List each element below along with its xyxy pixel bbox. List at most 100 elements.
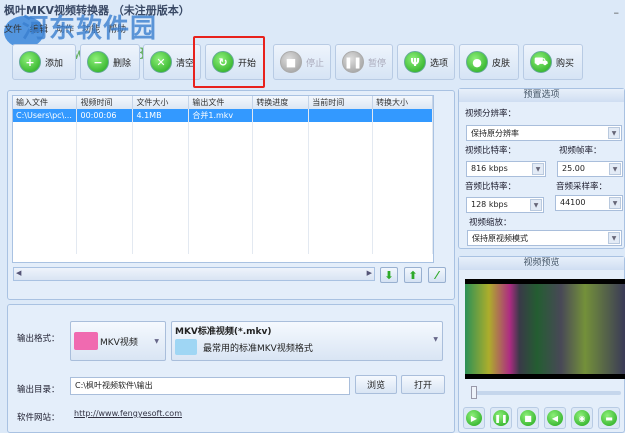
seek-thumb[interactable] (471, 386, 477, 399)
framerate-label: 视频帧率： (559, 146, 602, 156)
empty-cell (252, 206, 310, 218)
clear-icon: ✕ (150, 51, 172, 73)
toolbar-button-8[interactable]: ⛟ 购买 (523, 44, 583, 80)
browse-button[interactable]: 浏览 (355, 375, 397, 394)
format-category-select[interactable]: MKV视频 ▼ (70, 321, 166, 361)
column-header[interactable]: 转换大小 (372, 96, 433, 109)
table-cell (372, 109, 433, 122)
file-table[interactable]: 输入文件 视频时间 文件大小 输出文件 转换进度 当前时间 转换大小 C:\Users\pc… (12, 95, 434, 263)
empty-cell (76, 182, 134, 194)
scroll-left-icon[interactable]: ◀ (16, 269, 21, 277)
column-header[interactable]: 当前时间 (308, 96, 374, 109)
seek-slider[interactable] (471, 386, 621, 399)
pause-button[interactable]: ❚❚ (490, 407, 512, 429)
empty-cell (13, 134, 78, 146)
move-down-button[interactable]: ⬇ (380, 267, 398, 283)
column-header[interactable]: 文件大小 (132, 96, 190, 109)
output-dir-input[interactable]: C:\枫叶视频软件\输出 (70, 377, 350, 395)
arrow-down-icon: ⬇ (384, 268, 394, 282)
minimize-button[interactable]: – (614, 6, 620, 19)
empty-cell (308, 218, 374, 230)
empty-cell (372, 194, 433, 206)
empty-cell (13, 182, 78, 194)
stop-button[interactable]: ■ (517, 407, 539, 429)
table-cell (308, 109, 374, 122)
edit-button[interactable]: ⁄ (428, 267, 446, 283)
empty-cell (188, 134, 254, 146)
highlight-box (193, 36, 265, 88)
video-preview (465, 279, 625, 379)
empty-cell (188, 206, 254, 218)
empty-cell (308, 146, 374, 158)
empty-cell (132, 146, 190, 158)
toolbar-label: 暂停 (368, 58, 387, 69)
preset-title: 预置选项 (459, 89, 624, 102)
empty-cell (13, 230, 78, 242)
vbitrate-select[interactable]: 816 kbps ▼ (466, 161, 546, 177)
empty-cell (76, 218, 134, 230)
preview-panel: 视频预览 ▶ ❚❚ ■ ◀ ◉ ▬ (458, 256, 625, 433)
empty-cell (188, 242, 254, 254)
toolbar-label: 添加 (45, 58, 64, 69)
column-header[interactable]: 输入文件 (13, 96, 78, 109)
empty-cell (188, 230, 254, 242)
empty-cell (132, 242, 190, 254)
toolbar-button-7[interactable]: ● 皮肤 (459, 44, 519, 80)
empty-cell (308, 122, 374, 134)
empty-row (13, 170, 433, 182)
empty-cell (372, 206, 433, 218)
toolbar-button-0[interactable]: + 添加 (12, 44, 76, 80)
samplerate-select[interactable]: 44100 ▼ (555, 195, 623, 211)
toolbar-button-1[interactable]: − 删除 (80, 44, 140, 80)
file-list-panel: 输入文件 视频时间 文件大小 输出文件 转换进度 当前时间 转换大小 C:\Users\pc… (7, 90, 455, 300)
folder-icon (175, 339, 197, 355)
empty-row (13, 122, 433, 134)
chevron-down-icon: ▼ (609, 163, 621, 175)
menu-file[interactable]: 文件 (4, 22, 22, 35)
empty-row (13, 218, 433, 230)
empty-cell (188, 158, 254, 170)
empty-cell (13, 242, 78, 254)
toolbar-button-6[interactable]: Ψ 选项 (397, 44, 455, 80)
move-up-button[interactable]: ⬆ (404, 267, 422, 283)
volume-button[interactable]: ◀ (544, 407, 566, 429)
empty-cell (252, 230, 310, 242)
toolbar-button-5[interactable]: ❚❚ 暂停 (335, 44, 393, 80)
framerate-select[interactable]: 25.00 ▼ (557, 161, 623, 177)
abitrate-label: 音频比特率： (465, 182, 517, 192)
empty-cell (188, 170, 254, 182)
snapshot-button[interactable]: ◉ (571, 407, 593, 429)
website-label: 软件网站： (17, 413, 60, 423)
horizontal-scrollbar[interactable]: ◀ ▶ (13, 267, 375, 281)
player-controls: ▶ ❚❚ ■ ◀ ◉ ▬ (463, 407, 620, 429)
scroll-right-icon[interactable]: ▶ (367, 269, 372, 277)
folder-icon: ▬ (601, 410, 617, 426)
empty-cell (372, 242, 433, 254)
table-header: 输入文件 视频时间 文件大小 输出文件 转换进度 当前时间 转换大小 (13, 96, 433, 109)
open-folder-button[interactable]: ▬ (598, 407, 620, 429)
column-header[interactable]: 视频时间 (76, 96, 134, 109)
play-button[interactable]: ▶ (463, 407, 485, 429)
empty-cell (372, 146, 433, 158)
abitrate-select[interactable]: 128 kbps ▼ (466, 197, 544, 213)
empty-cell (132, 122, 190, 134)
column-header[interactable]: 转换进度 (252, 96, 310, 109)
empty-cell (188, 122, 254, 134)
toolbar-label: 选项 (430, 58, 449, 69)
column-header[interactable]: 输出文件 (188, 96, 254, 109)
chevron-down-icon: ▼ (609, 197, 621, 209)
empty-cell (76, 158, 134, 170)
empty-cell (76, 242, 134, 254)
table-row[interactable]: C:\Users\pc\... 00:00:06 4.1MB 合并1.mkv (13, 109, 433, 122)
open-button[interactable]: 打开 (401, 375, 445, 394)
empty-row (13, 134, 433, 146)
toolbar-label: 清空 (176, 58, 195, 69)
format-profile-select[interactable]: MKV标准视频(*.mkv) 最常用的标准MKV视频格式 ▼ (171, 321, 443, 361)
scale-select[interactable]: 保持原视频模式 ▼ (467, 230, 622, 246)
preset-panel: 预置选项 视频分辨率： 保持原分辨率 ▼ 视频比特率： 视频帧率： 816 kbp… (458, 88, 625, 249)
website-link[interactable]: http://www.fengyesoft.com (74, 409, 182, 418)
toolbar-button-4[interactable]: ■ 停止 (273, 44, 331, 80)
abitrate-value: 128 kbps (471, 200, 508, 209)
empty-cell (13, 218, 78, 230)
resolution-select[interactable]: 保持原分辨率 ▼ (466, 125, 622, 141)
